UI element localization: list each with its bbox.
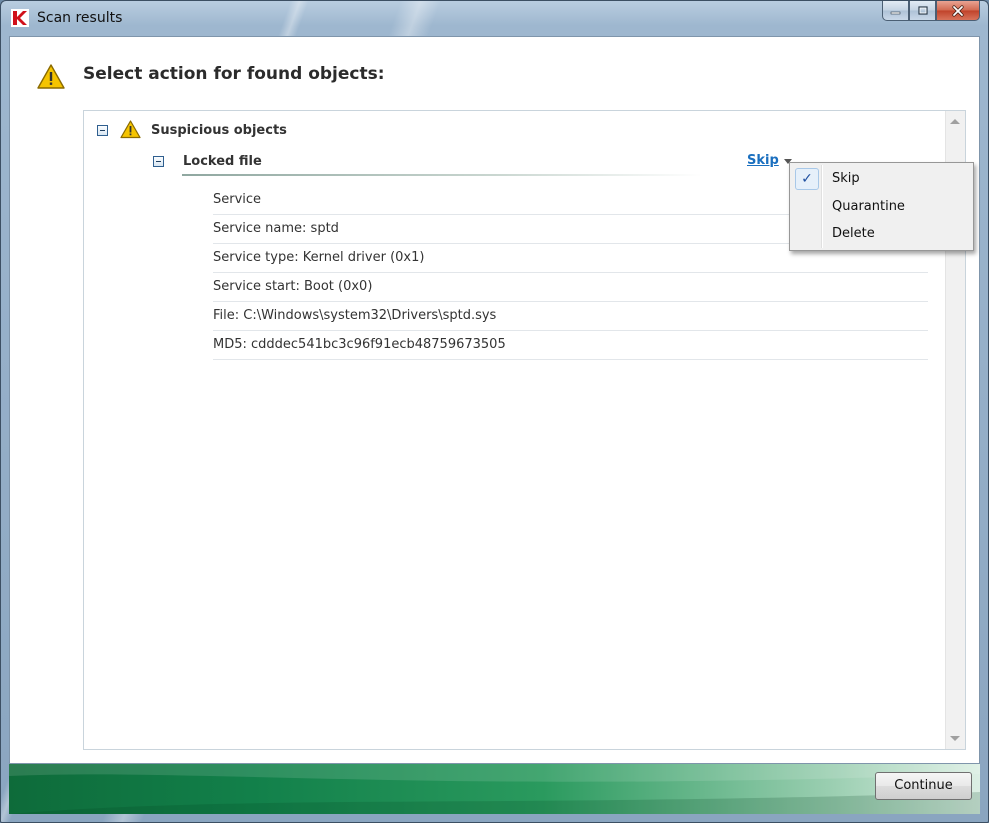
footer-wave-decoration [9,764,980,814]
collapse-toggle-suspicious[interactable] [97,125,108,136]
warning-icon [37,64,65,89]
client-area: Select action for found objects: Suspici… [9,36,980,764]
collapse-toggle-locked-file[interactable] [153,156,164,167]
maximize-button[interactable] [909,1,936,21]
menu-item-skip[interactable]: ✓ Skip [792,166,971,192]
window-title: Scan results [37,10,123,26]
caption-buttons [882,1,980,21]
action-menu: ✓ Skip Quarantine Delete [789,162,974,251]
minimize-button[interactable] [882,1,909,21]
checkmark-icon: ✓ [795,168,819,190]
action-dropdown-link[interactable]: Skip [747,153,779,168]
menu-item-label: Skip [832,171,860,186]
title-bar[interactable]: Scan results [1,1,988,35]
close-button[interactable] [936,1,980,21]
minimize-icon [890,11,900,14]
menu-item-label: Quarantine [832,199,905,214]
group-label-suspicious: Suspicious objects [151,123,287,138]
menu-item-quarantine[interactable]: Quarantine [792,194,971,220]
continue-button[interactable]: Continue [875,772,972,800]
menu-item-label: Delete [832,226,875,241]
kaspersky-k-logo-icon [11,9,29,27]
scroll-down-icon[interactable] [950,736,960,741]
detail-row: MD5: cdddec541bc3c96f91ecb48759673505 [213,331,928,360]
detail-row: File: C:\Windows\system32\Drivers\sptd.s… [213,302,928,331]
scroll-up-icon[interactable] [950,119,960,124]
scan-results-window: Scan results Select action for found obj… [0,0,989,823]
menu-item-delete[interactable]: Delete [792,221,971,247]
item-underline [182,174,702,176]
item-label-locked-file: Locked file [183,154,262,169]
footer-bar [9,764,980,814]
close-icon [952,4,964,17]
detail-row: Service start: Boot (0x0) [213,273,928,302]
warning-icon [120,120,141,139]
maximize-icon [917,5,928,15]
page-title: Select action for found objects: [83,64,385,84]
